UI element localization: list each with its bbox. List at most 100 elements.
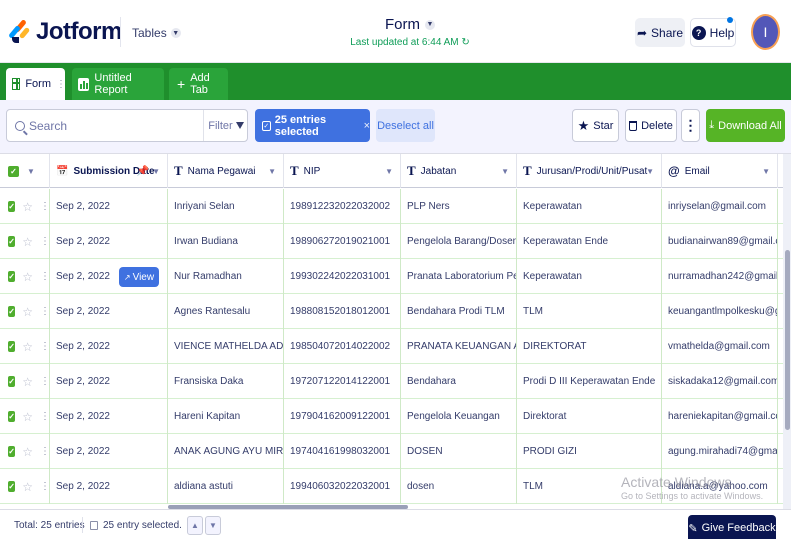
cell-email[interactable]: agung.mirahadi74@gmail.... [662, 434, 778, 469]
cell-jurusan[interactable]: TLM [517, 294, 662, 329]
cell-jabatan[interactable]: Pranata Laboratorium Pen... [401, 259, 517, 294]
cell-submission-date[interactable]: Sep 2, 2022 [50, 434, 168, 469]
chevron-down-icon[interactable]: ▼ [646, 167, 654, 176]
row-more-icon[interactable]: ⋮ [40, 446, 49, 457]
cell-jurusan[interactable]: Prodi D III Keperawatan Ende [517, 364, 662, 399]
tables-dropdown[interactable]: Tables ▼ [132, 26, 181, 40]
star-outline-icon[interactable]: ☆ [22, 235, 33, 249]
share-button[interactable]: ➦ Share [635, 18, 685, 47]
column-nama-pegawai[interactable]: T Nama Pegawai ▼ [168, 154, 284, 188]
chevron-down-icon[interactable]: ▼ [762, 167, 770, 176]
cell-nama-pegawai[interactable]: Nur Ramadhan [168, 259, 284, 294]
star-outline-icon[interactable]: ☆ [22, 410, 33, 424]
cell-jabatan[interactable]: PLP Ners [401, 189, 517, 224]
star-outline-icon[interactable]: ☆ [22, 270, 33, 284]
cell-submission-date[interactable]: Sep 2, 2022 [50, 294, 168, 329]
cell-jurusan[interactable]: DIREKTORAT [517, 329, 662, 364]
row-more-icon[interactable]: ⋮ [40, 376, 49, 387]
cell-email[interactable]: siskadaka12@gmail.com [662, 364, 778, 399]
chevron-down-icon[interactable]: ▼ [152, 167, 160, 176]
column-jabatan[interactable]: T Jabatan ▼ [401, 154, 517, 188]
cell-jurusan[interactable]: Keperawatan [517, 189, 662, 224]
more-options-button[interactable]: ⋮ [681, 109, 700, 142]
column-nip[interactable]: T NIP ▼ [284, 154, 401, 188]
cell-jabatan[interactable]: dosen [401, 469, 517, 504]
search-input[interactable] [25, 118, 205, 133]
cell-jabatan[interactable]: DOSEN [401, 434, 517, 469]
cell-nip[interactable]: 197404161998032001 [284, 434, 401, 469]
row-more-icon[interactable]: ⋮ [40, 201, 49, 212]
star-outline-icon[interactable]: ☆ [22, 340, 33, 354]
star-outline-icon[interactable]: ☆ [22, 375, 33, 389]
table-row[interactable]: ✓ ☆ ⋮ Sep 2, 2022 Nur Ramadhan 19930224202203… [0, 259, 791, 294]
cell-jabatan[interactable]: Bendahara Prodi TLM [401, 294, 517, 329]
cell-email[interactable]: hareniekapitan@gmail.com [662, 399, 778, 434]
cell-nama-pegawai[interactable]: aldiana astuti [168, 469, 284, 504]
cell-nama-pegawai[interactable]: VIENCE MATHELDA ADOE [168, 329, 284, 364]
cell-email[interactable]: keuangantlmpolkesku@g... [662, 294, 778, 329]
row-more-icon[interactable]: ⋮ [40, 341, 49, 352]
table-row[interactable]: ✓ ☆ ⋮ Sep 2, 2022 Hareni Kapitan 197904162009… [0, 399, 791, 434]
chevron-down-icon[interactable]: ▼ [501, 167, 509, 176]
deselect-all-button[interactable]: Deselect all [376, 109, 435, 142]
row-more-icon[interactable]: ⋮ [40, 481, 49, 492]
star-button[interactable]: ★ Star [572, 109, 619, 142]
cell-jurusan[interactable]: PRODI GIZI [517, 434, 662, 469]
add-tab-button[interactable]: + Add Tab [169, 68, 228, 100]
column-jurusan[interactable]: T Jurusan/Prodi/Unit/Pusat ▼ [517, 154, 662, 188]
column-submission-date[interactable]: 📅 Submission Date 📌 ▼ [50, 154, 168, 188]
tab-form[interactable]: Form ⋮ [6, 68, 66, 100]
avatar[interactable]: I [751, 14, 780, 50]
jotform-logo[interactable]: Jotform [8, 18, 122, 46]
cell-nip[interactable]: 198504072014022002 [284, 329, 401, 364]
previous-page-button[interactable]: ▲ [187, 516, 203, 535]
row-checkbox[interactable]: ✓ [8, 411, 16, 422]
star-outline-icon[interactable]: ☆ [22, 445, 33, 459]
row-checkbox[interactable]: ✓ [8, 446, 16, 457]
cell-jabatan[interactable]: Bendahara [401, 364, 517, 399]
select-all-checkbox[interactable]: ✓ [8, 165, 19, 177]
cell-nama-pegawai[interactable]: Irwan Budiana [168, 224, 284, 259]
cell-nama-pegawai[interactable]: ANAK AGUNG AYU MIRA... [168, 434, 284, 469]
row-checkbox[interactable]: ✓ [8, 306, 16, 317]
pin-icon[interactable]: 📌 [137, 166, 149, 177]
form-title-dropdown[interactable]: Form ▼ [385, 16, 435, 33]
tab-more-icon[interactable]: ⋮ [56, 79, 66, 90]
vertical-scrollbar[interactable] [785, 250, 790, 430]
cell-jurusan[interactable]: Direktorat [517, 399, 662, 434]
cell-jabatan[interactable]: Pengelola Barang/Dosen [401, 224, 517, 259]
row-checkbox[interactable]: ✓ [8, 271, 16, 282]
row-checkbox[interactable]: ✓ [8, 481, 16, 492]
cell-jurusan[interactable]: Keperawatan [517, 259, 662, 294]
row-more-icon[interactable]: ⋮ [40, 306, 49, 317]
next-page-button[interactable]: ▼ [205, 516, 221, 535]
cell-nama-pegawai[interactable]: Hareni Kapitan [168, 399, 284, 434]
select-all-column[interactable]: ✓ ▼ [0, 154, 50, 188]
row-checkbox[interactable]: ✓ [8, 376, 16, 387]
row-more-icon[interactable]: ⋮ [40, 236, 49, 247]
cell-submission-date[interactable]: Sep 2, 2022 [50, 364, 168, 399]
star-outline-icon[interactable]: ☆ [22, 200, 33, 214]
table-row[interactable]: ✓ ☆ ⋮ Sep 2, 2022 Inriyani Selan 198912232022… [0, 189, 791, 224]
row-more-icon[interactable]: ⋮ [40, 411, 49, 422]
cell-nip[interactable]: 198808152018012001 [284, 294, 401, 329]
chevron-down-icon[interactable]: ▼ [385, 167, 393, 176]
cell-submission-date[interactable]: Sep 2, 2022 [50, 399, 168, 434]
download-all-button[interactable]: ⤓ Download All [706, 109, 785, 142]
delete-button[interactable]: Delete [625, 109, 677, 142]
cell-jurusan[interactable]: Keperawatan Ende [517, 224, 662, 259]
cell-submission-date[interactable]: Sep 2, 2022 [50, 189, 168, 224]
cell-jurusan[interactable]: TLM [517, 469, 662, 504]
cell-nip[interactable]: 198906272019021001 [284, 224, 401, 259]
entries-selected-pill[interactable]: ✓ 25 entries selected × [255, 109, 370, 142]
help-button[interactable]: ? Help [690, 17, 736, 47]
table-row[interactable]: ✓ ☆ ⋮ Sep 2, 2022 ANAK AGUNG AYU MIRA... 1974… [0, 434, 791, 469]
cell-email[interactable]: nurramadhan242@gmail.c... [662, 259, 778, 294]
cell-jabatan[interactable]: PRANATA KEUANGAN A... [401, 329, 517, 364]
cell-email[interactable]: budianairwan89@gmail.com [662, 224, 778, 259]
row-checkbox[interactable]: ✓ [8, 201, 16, 212]
close-icon[interactable]: × [364, 120, 370, 132]
cell-nip[interactable]: 199302242022031001 [284, 259, 401, 294]
row-more-icon[interactable]: ⋮ [40, 271, 49, 282]
cell-nip[interactable]: 197207122014122001 [284, 364, 401, 399]
